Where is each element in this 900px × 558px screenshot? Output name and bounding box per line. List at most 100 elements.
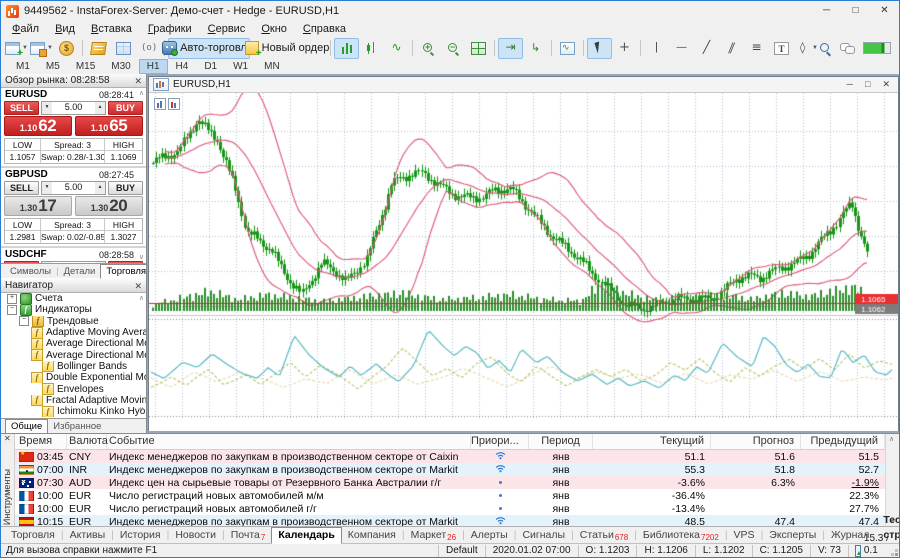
close-icon[interactable]: ✕ — [870, 1, 899, 21]
symbol-header[interactable]: GBPUSD08:27:45 — [1, 168, 146, 181]
navigator-scroll-up-icon[interactable]: ∧ — [139, 295, 144, 302]
tree-item-трендовые[interactable]: −Трендовые — [1, 316, 146, 327]
calendar-row[interactable]: 07:30AUDИндекс цен на сырьевые товары от… — [15, 476, 885, 489]
profiles-icon-button[interactable]: ▼ — [29, 38, 54, 59]
tab-история[interactable]: История — [114, 528, 167, 543]
zoom-out-icon-button[interactable] — [441, 38, 466, 59]
tab-детали[interactable]: Детали — [59, 265, 101, 278]
trendline-icon-button[interactable] — [694, 38, 719, 59]
tree-expander-icon[interactable]: − — [7, 305, 17, 315]
timeframe-mn[interactable]: MN — [256, 59, 288, 74]
menu-item-файл[interactable]: Файл — [4, 23, 47, 35]
tab-статьи[interactable]: Статьи678 — [574, 528, 634, 543]
symbol-header[interactable]: USDCHF08:28:58 — [1, 248, 146, 261]
tab-vps[interactable]: VPS — [728, 528, 761, 543]
menu-item-окно[interactable]: Окно — [253, 23, 295, 35]
tab-эксперты[interactable]: Эксперты — [763, 528, 822, 543]
chart-window-titlebar[interactable]: EURUSD,H1 ─ □ ✕ — [149, 77, 898, 93]
ask-panel[interactable]: 1.3020 — [75, 196, 143, 216]
column-header-7[interactable]: Предыдущий — [801, 434, 885, 449]
tree-item-envelopes[interactable]: Envelopes — [1, 383, 146, 394]
tile-windows-icon-button[interactable] — [466, 38, 491, 59]
auto-scroll-icon-button[interactable] — [523, 38, 548, 59]
tab-библиотека[interactable]: Библиотека7202 — [637, 528, 725, 543]
open-account-icon-button[interactable] — [54, 38, 79, 59]
bar-chart-icon-button[interactable] — [334, 38, 359, 59]
lot-stepper[interactable]: ▼5.00▲ — [41, 181, 106, 195]
tab-торговля[interactable]: Торговля — [100, 264, 147, 279]
zoom-in-icon-button[interactable] — [416, 38, 441, 59]
calendar-row[interactable]: 10:00EURЧисло регистраций новых автомоби… — [15, 502, 885, 515]
timeframe-m15[interactable]: M15 — [68, 59, 103, 74]
cursor-icon-button[interactable] — [587, 38, 612, 59]
scroll-up-icon[interactable]: ∧ — [889, 435, 894, 443]
resize-grip[interactable] — [895, 553, 898, 556]
tab-символы[interactable]: Символы — [5, 265, 56, 278]
calendar-row[interactable]: 07:00INRИндекс менеджеров по закупкам в … — [15, 463, 885, 476]
fibonacci-icon-button[interactable] — [744, 38, 769, 59]
tree-item-adaptive-moving-average[interactable]: Adaptive Moving Average — [1, 327, 146, 338]
column-header-4[interactable]: Период — [529, 434, 593, 449]
column-header-0[interactable]: Время — [15, 434, 67, 449]
toolbox-close-icon[interactable]: ✕ — [4, 434, 11, 443]
column-header-1[interactable]: Валюта — [67, 434, 107, 449]
tree-item-ichimoku-kinko-hyo[interactable]: Ichimoku Kinko Hyo — [1, 406, 146, 417]
column-header-6[interactable]: Прогноз — [711, 434, 801, 449]
new-chart-icon-button[interactable]: ▼ — [4, 38, 29, 59]
chat-icon[interactable] — [840, 41, 855, 55]
bid-panel[interactable]: 1.1062 — [4, 116, 72, 136]
tab-активы[interactable]: Активы — [64, 528, 112, 543]
chart-minimize-icon[interactable]: ─ — [847, 78, 853, 91]
tab-календарь[interactable]: Календарь — [271, 527, 341, 544]
sell-button[interactable]: SELL — [4, 181, 39, 195]
новый-ордер-button[interactable]: Новый ордер — [250, 38, 327, 59]
авто-торговля-button[interactable]: Авто-торговля — [168, 38, 250, 59]
tab-сигналы[interactable]: Сигналы — [516, 528, 571, 543]
calendar-row[interactable]: 10:15EURИндекс менеджеров по закупкам в … — [15, 515, 885, 526]
navigator-close-icon[interactable]: ✕ — [134, 280, 142, 292]
maximize-icon[interactable]: □ — [841, 1, 870, 21]
calendar-row[interactable]: 03:45CNYИндекс менеджеров по закупкам в … — [15, 450, 885, 463]
navigator-scroll-down-icon[interactable]: ∨ — [139, 406, 144, 413]
sell-button[interactable]: SELL — [4, 101, 39, 115]
column-header-2[interactable]: Событие — [107, 434, 471, 449]
tab-новости[interactable]: Новости — [169, 528, 222, 543]
indicator-mini-icon[interactable] — [154, 98, 166, 110]
calendar-row[interactable]: 10:00EURЧисло регистраций новых автомоби… — [15, 489, 885, 502]
indicator-mini-icon[interactable] — [168, 98, 180, 110]
column-header-5[interactable]: Текущий — [593, 434, 711, 449]
market-watch-scroll-up-icon[interactable]: ∧ — [139, 90, 144, 97]
ask-panel[interactable]: 1.1065 — [75, 116, 143, 136]
tab-общие[interactable]: Общие — [5, 419, 48, 433]
data-window-icon-button[interactable] — [111, 38, 136, 59]
lot-decrease-icon[interactable]: ▼ — [42, 102, 52, 114]
chart-close-icon[interactable]: ✕ — [882, 78, 890, 91]
crosshair-icon-button[interactable] — [612, 38, 637, 59]
shift-end-icon-button[interactable] — [498, 38, 523, 59]
menu-item-вставка[interactable]: Вставка — [83, 23, 140, 35]
lot-increase-icon[interactable]: ▲ — [95, 102, 105, 114]
timeframe-d1[interactable]: D1 — [196, 59, 225, 74]
line-chart-icon-button[interactable] — [384, 38, 409, 59]
tree-expander-icon[interactable]: + — [7, 294, 17, 304]
tree-item-счета[interactable]: +Счета — [1, 293, 146, 304]
tree-item-double-exponential-moving-average[interactable]: Double Exponential Moving Average — [1, 372, 146, 383]
menu-item-вид[interactable]: Вид — [47, 23, 83, 35]
minimize-icon[interactable]: ─ — [812, 1, 841, 21]
tree-item-average-directional-movement-index-wilder[interactable]: Average Directional Movement Index Wilde… — [1, 349, 146, 360]
tab-алерты[interactable]: Алерты — [465, 528, 514, 543]
tree-item-индикаторы[interactable]: −Индикаторы — [1, 304, 146, 315]
menu-item-сервис[interactable]: Сервис — [200, 23, 254, 35]
tree-expander-icon[interactable]: − — [19, 316, 29, 326]
candle-chart-icon-button[interactable] — [359, 38, 384, 59]
chart-maximize-icon[interactable]: □ — [865, 78, 870, 91]
tab-компания[interactable]: Компания — [342, 528, 402, 543]
timeframe-h4[interactable]: H4 — [168, 59, 197, 74]
tree-item-fractal-adaptive-moving-average[interactable]: Fractal Adaptive Moving Average — [1, 395, 146, 406]
tab-маркет[interactable]: Маркет26 — [405, 528, 462, 543]
channel-icon-button[interactable] — [719, 38, 744, 59]
lot-decrease-icon[interactable]: ▼ — [42, 182, 52, 194]
timeframe-m30[interactable]: M30 — [103, 59, 138, 74]
tab-избранное[interactable]: Избранное — [48, 420, 106, 433]
symbol-header[interactable]: EURUSD08:28:41 — [1, 88, 146, 101]
